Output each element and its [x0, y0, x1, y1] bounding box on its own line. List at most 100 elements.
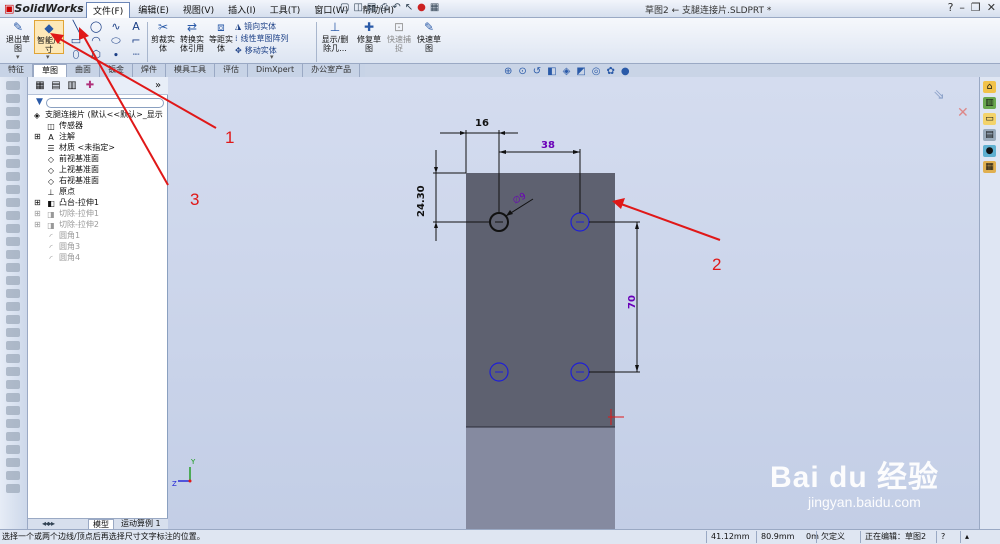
tool-icon[interactable]	[6, 445, 20, 454]
dimension-70[interactable]: 70	[627, 295, 638, 309]
tree-item[interactable]: ⊞ A 注解	[32, 131, 166, 142]
trim-button[interactable]: ✂ 剪裁实体	[149, 20, 177, 53]
tool-icon[interactable]	[6, 380, 20, 389]
tab-weldments[interactable]: 焊件	[133, 64, 166, 77]
dimension-24-30[interactable]: 24.30	[416, 185, 427, 217]
tab-surfaces[interactable]: 曲面	[67, 64, 100, 77]
display-delete-button[interactable]: ⊥ 显示/删除几...	[319, 20, 351, 53]
panel-expand-icon[interactable]: »	[152, 80, 164, 92]
tool-icon[interactable]	[6, 289, 20, 298]
previous-view-icon[interactable]: ↺	[533, 66, 541, 77]
tool-icon[interactable]	[6, 120, 20, 129]
appearances-icon[interactable]: ●	[983, 145, 996, 157]
tree-item[interactable]: ⊞ ◨ 切除-拉伸1	[32, 208, 166, 219]
ellipse-icon[interactable]: ⬭	[106, 34, 126, 48]
help-icon[interactable]: ?	[948, 1, 954, 14]
menu-edit[interactable]: 编辑(E)	[132, 2, 175, 19]
restore-icon[interactable]: ❐	[971, 1, 981, 14]
zoom-fit-icon[interactable]: ⊕	[504, 66, 512, 77]
view-palette-icon[interactable]: ▤	[983, 129, 996, 141]
menu-tools[interactable]: 工具(T)	[264, 2, 307, 19]
tool-icon[interactable]	[6, 146, 20, 155]
new-icon[interactable]: ▢	[340, 2, 349, 13]
arc-icon[interactable]: ◠	[86, 34, 106, 48]
polygon-icon[interactable]: ⬡	[86, 48, 106, 62]
smart-dimension-button[interactable]: ◆ 智能尺寸	[34, 20, 64, 54]
tool-icon[interactable]	[6, 237, 20, 246]
convert-button[interactable]: ⇄ 转换实体引用	[178, 20, 206, 53]
point-icon[interactable]: ∙	[106, 48, 126, 62]
tree-item[interactable]: ◜ 圆角3	[32, 241, 166, 252]
repair-sketch-button[interactable]: ✚ 修复草图	[355, 20, 383, 53]
rebuild-icon[interactable]: ●	[417, 2, 426, 13]
tree-item[interactable]: ◜ 圆角1	[32, 230, 166, 241]
tool-icon[interactable]	[6, 211, 20, 220]
expand-icon[interactable]: ⊞	[34, 197, 41, 208]
circle-icon[interactable]: ◯	[86, 20, 106, 34]
tree-item[interactable]: ◫ 传感器	[32, 120, 166, 131]
tree-item[interactable]: ◇ 前视基准面	[32, 153, 166, 164]
tree-item[interactable]: ◇ 右视基准面	[32, 175, 166, 186]
tree-item[interactable]: ⊞ ◧ 凸台-拉伸1	[32, 197, 166, 208]
fillet-tool-icon[interactable]: ⌐	[126, 34, 146, 48]
configuration-icon[interactable]: ▥	[66, 80, 78, 92]
mirror-button[interactable]: ◮ 镜向实体	[235, 21, 292, 33]
tool-icon[interactable]	[6, 328, 20, 337]
tab-mold-tools[interactable]: 模具工具	[166, 64, 215, 77]
resources-icon[interactable]: ⌂	[983, 81, 996, 93]
tab-dimxpert[interactable]: DimXpert	[248, 64, 304, 77]
tool-icon[interactable]	[6, 341, 20, 350]
tool-icon[interactable]	[6, 432, 20, 441]
cancel-icon[interactable]: ✕	[957, 105, 969, 121]
tab-scroll-icon[interactable]: ◂◂▸▸	[42, 519, 55, 529]
offset-button[interactable]: ⧈ 等距实体	[207, 20, 235, 53]
tree-item[interactable]: ◇ 上视基准面	[32, 164, 166, 175]
custom-properties-icon[interactable]: ▦	[983, 161, 996, 173]
text-icon[interactable]: A	[126, 20, 146, 34]
help-icon[interactable]: ?	[936, 531, 949, 543]
view-orientation-icon[interactable]: ◈	[563, 66, 571, 77]
tree-item[interactable]: ◜ 圆角4	[32, 252, 166, 263]
options-icon[interactable]: ▦	[430, 2, 439, 13]
tool-icon[interactable]	[6, 107, 20, 116]
smart-dimension-dropdown-icon[interactable]: ▾	[46, 53, 50, 61]
feature-tree-icon[interactable]: ▦	[34, 80, 46, 92]
expand-icon[interactable]: ⊞	[34, 208, 41, 219]
section-view-icon[interactable]: ◧	[547, 66, 556, 77]
select-icon[interactable]: ↖	[405, 2, 413, 13]
tool-icon[interactable]	[6, 224, 20, 233]
linear-pattern-button[interactable]: ⁞ 线性草图阵列	[235, 33, 292, 45]
tool-icon[interactable]	[6, 81, 20, 90]
display-style-icon[interactable]: ◩	[576, 66, 585, 77]
dimension-38[interactable]: 38	[541, 140, 555, 151]
line-icon[interactable]: ╲	[66, 20, 86, 34]
minimize-icon[interactable]: –	[959, 1, 965, 14]
tool-icon[interactable]	[6, 393, 20, 402]
dimxpert-icon[interactable]: ✚	[84, 80, 96, 92]
expand-icon[interactable]: ⊞	[34, 131, 41, 142]
tab-features[interactable]: 特征	[0, 64, 33, 77]
tool-icon[interactable]	[6, 406, 20, 415]
tab-evaluate[interactable]: 评估	[215, 64, 248, 77]
appearance-icon[interactable]: ✿	[607, 66, 615, 77]
expand-icon[interactable]: ⊞	[34, 219, 41, 230]
hide-show-icon[interactable]: ◎	[592, 66, 601, 77]
tool-icon[interactable]	[6, 354, 20, 363]
tab-sheet-metal[interactable]: 钣金	[100, 64, 133, 77]
property-manager-icon[interactable]: ▤	[50, 80, 62, 92]
tool-icon[interactable]	[6, 172, 20, 181]
tab-sketch[interactable]: 草图	[33, 64, 67, 77]
tool-icon[interactable]	[6, 367, 20, 376]
tool-icon[interactable]	[6, 276, 20, 285]
tool-icon[interactable]	[6, 458, 20, 467]
confirm-icon[interactable]: ⇘	[933, 87, 945, 103]
tool-icon[interactable]	[6, 419, 20, 428]
tree-item[interactable]: ⊞ ◨ 切除-拉伸2	[32, 219, 166, 230]
tool-icon[interactable]	[6, 159, 20, 168]
rapid-sketch-button[interactable]: ✎ 快速草图	[415, 20, 443, 53]
menu-view[interactable]: 视图(V)	[177, 2, 220, 19]
file-explorer-icon[interactable]: ▭	[983, 113, 996, 125]
scene-icon[interactable]: ●	[621, 66, 630, 77]
dimension-16[interactable]: 16	[475, 118, 489, 129]
exit-sketch-dropdown-icon[interactable]: ▾	[16, 53, 20, 61]
